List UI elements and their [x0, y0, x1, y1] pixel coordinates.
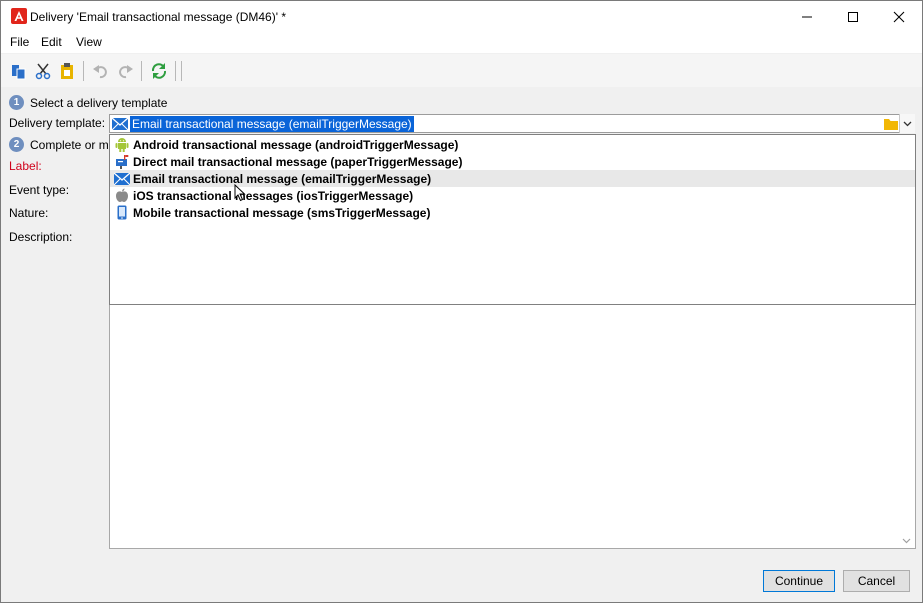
- toolbar-separator: [141, 61, 142, 81]
- scroll-down-icon[interactable]: [902, 538, 911, 544]
- mobile-phone-icon: [114, 205, 130, 221]
- dropdown-item-ios[interactable]: iOS transactional messages (iosTriggerMe…: [110, 187, 915, 204]
- step-select-template: 1 Select a delivery template: [9, 95, 167, 110]
- template-dropdown-list: Android transactional message (androidTr…: [109, 134, 916, 305]
- toolbar-separator: [175, 61, 176, 81]
- title-bar: Delivery 'Email transactional message (D…: [1, 1, 922, 32]
- description-label: Description:: [9, 230, 73, 244]
- cancel-button[interactable]: Cancel: [843, 570, 910, 592]
- delivery-window: Delivery 'Email transactional message (D…: [0, 0, 923, 603]
- redo-icon[interactable]: [116, 62, 134, 80]
- combo-dropdown-button[interactable]: [899, 114, 915, 133]
- dropdown-item-mobile[interactable]: Mobile transactional message (smsTrigger…: [110, 204, 915, 221]
- delivery-template-value[interactable]: Email transactional message (emailTrigge…: [130, 116, 414, 132]
- dropdown-item-android[interactable]: Android transactional message (androidTr…: [110, 136, 915, 153]
- folder-icon[interactable]: [883, 117, 899, 131]
- dropdown-item-label: Email transactional message (emailTrigge…: [133, 171, 432, 186]
- android-icon: [114, 137, 130, 153]
- step-label: Complete or m: [30, 137, 109, 152]
- dropdown-item-email[interactable]: Email transactional message (emailTrigge…: [110, 170, 915, 187]
- maximize-button[interactable]: [830, 1, 876, 32]
- label-field-label: Label:: [9, 159, 42, 173]
- copy-icon[interactable]: [10, 62, 28, 80]
- event-type-label: Event type:: [9, 183, 70, 197]
- menu-edit[interactable]: Edit: [41, 35, 62, 49]
- minimize-icon: [802, 16, 812, 17]
- continue-button[interactable]: Continue: [763, 570, 835, 592]
- minimize-button[interactable]: [784, 1, 830, 32]
- maximize-icon: [848, 11, 858, 22]
- step-number-badge: 1: [9, 95, 24, 110]
- toolbar-separator: [181, 61, 182, 81]
- delivery-template-label: Delivery template:: [9, 116, 106, 130]
- menu-file[interactable]: File: [10, 35, 29, 49]
- toolbar-separator: [83, 61, 84, 81]
- dropdown-item-label: iOS transactional messages (iosTriggerMe…: [133, 188, 414, 203]
- cut-icon[interactable]: [34, 62, 52, 80]
- close-button[interactable]: [876, 1, 922, 32]
- apple-icon: [114, 188, 130, 204]
- close-icon: [893, 11, 905, 22]
- dropdown-item-label: Mobile transactional message (smsTrigger…: [133, 205, 431, 220]
- adobe-app-icon: [11, 8, 27, 24]
- delivery-template-combo[interactable]: Email transactional message (emailTrigge…: [109, 114, 915, 133]
- window-title: Delivery 'Email transactional message (D…: [30, 10, 287, 24]
- step-label: Select a delivery template: [30, 95, 168, 110]
- refresh-icon[interactable]: [150, 62, 168, 80]
- paste-icon[interactable]: [58, 62, 76, 80]
- dropdown-item-direct-mail[interactable]: Direct mail transactional message (paper…: [110, 153, 915, 170]
- chevron-down-icon: [903, 121, 912, 126]
- dropdown-item-label: Direct mail transactional message (paper…: [133, 154, 463, 169]
- undo-icon[interactable]: [92, 62, 110, 80]
- step-number-badge: 2: [9, 137, 24, 152]
- mouse-cursor-icon: [234, 184, 246, 202]
- toolbar: [1, 54, 922, 87]
- dropdown-item-label: Android transactional message (androidTr…: [133, 137, 459, 152]
- envelope-icon: [112, 118, 128, 130]
- envelope-icon: [114, 171, 130, 187]
- mailbox-icon: [114, 154, 130, 170]
- menu-view[interactable]: View: [76, 35, 102, 49]
- menu-bar: File Edit View: [1, 32, 922, 53]
- step-complete-parameters: 2 Complete or m: [9, 137, 109, 152]
- description-textarea[interactable]: [109, 281, 916, 549]
- nature-label: Nature:: [9, 206, 49, 220]
